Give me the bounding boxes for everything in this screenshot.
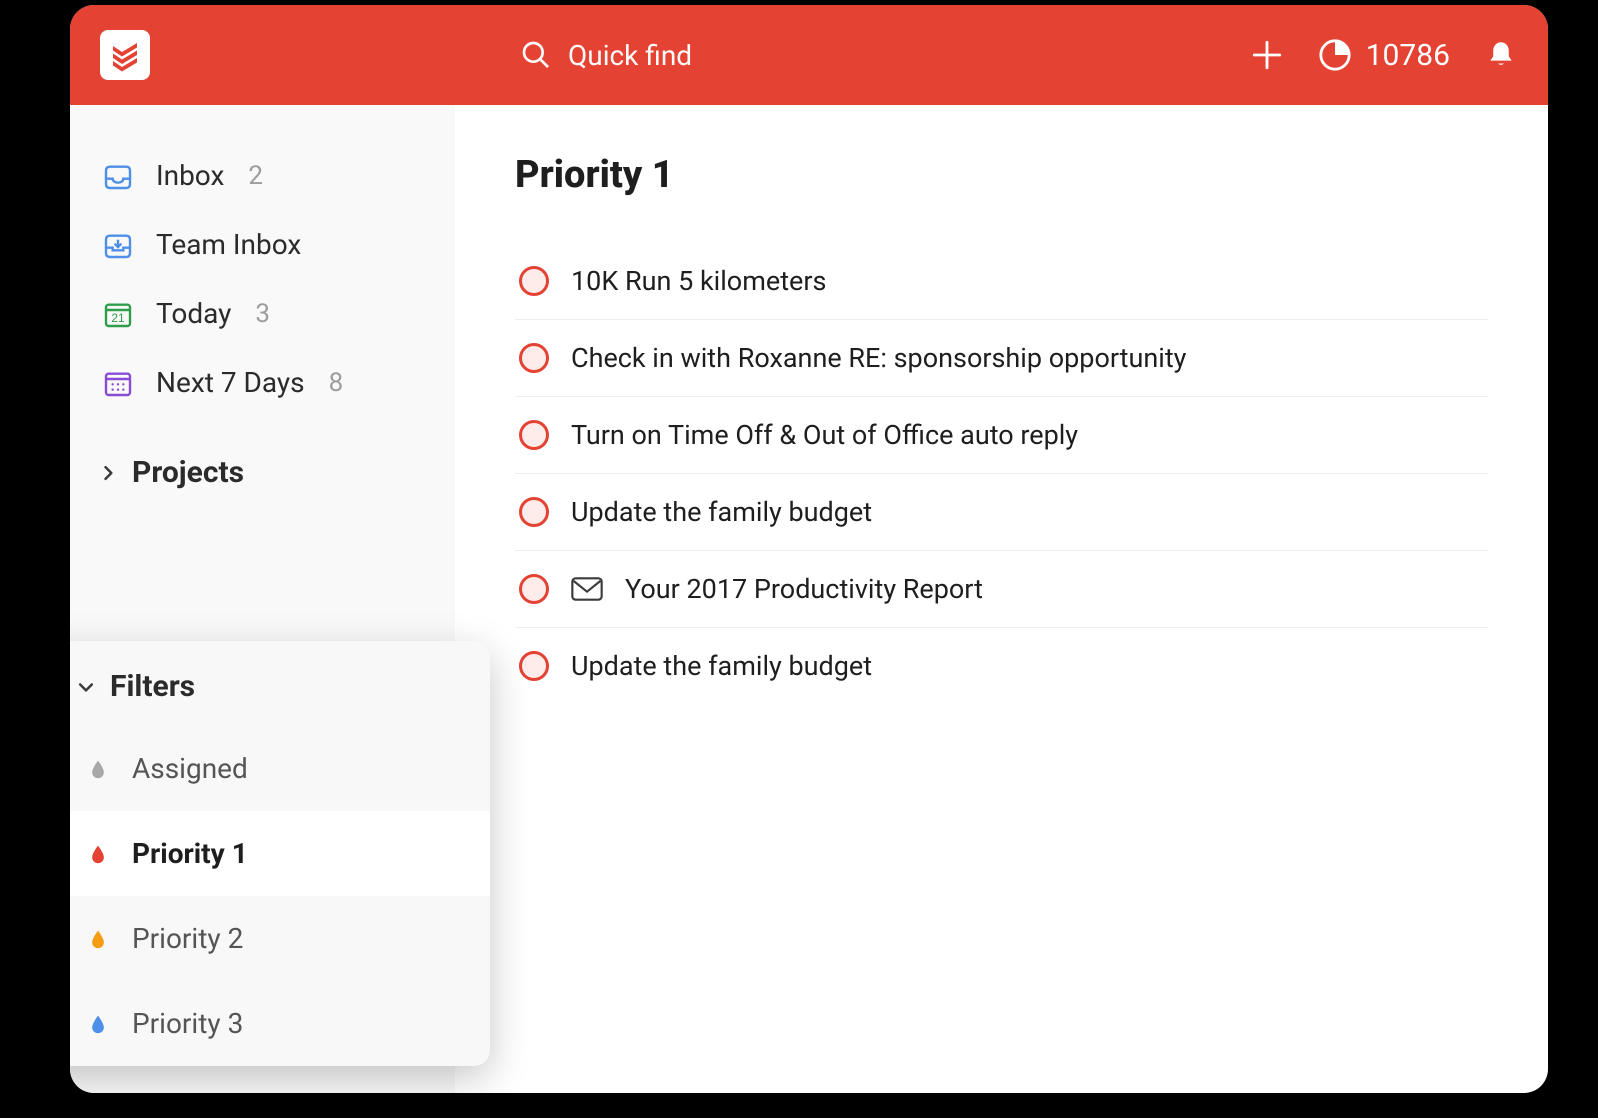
filter-item-priority-2[interactable]: Priority 2 <box>70 896 490 981</box>
task-title: Turn on Time Off & Out of Office auto re… <box>571 419 1078 451</box>
karma-score[interactable]: 10786 <box>1318 38 1450 73</box>
task-checkbox[interactable] <box>519 651 549 681</box>
projects-label: Projects <box>132 455 244 490</box>
sidebar-item-today[interactable]: 21 Today 3 <box>70 279 455 348</box>
filters-panel: Filters Assigned Priority 1 <box>70 641 490 1066</box>
task-title: Check in with Roxanne RE: sponsorship op… <box>571 342 1186 374</box>
task-row[interactable]: Your 2017 Productivity Report <box>515 551 1488 628</box>
drop-icon <box>88 842 108 866</box>
task-row[interactable]: 10K Run 5 kilometers <box>515 243 1488 320</box>
task-checkbox[interactable] <box>519 266 549 296</box>
task-row[interactable]: Check in with Roxanne RE: sponsorship op… <box>515 320 1488 397</box>
app-logo[interactable] <box>100 30 150 80</box>
task-row[interactable]: Turn on Time Off & Out of Office auto re… <box>515 397 1488 474</box>
filter-item-label: Priority 2 <box>132 922 243 955</box>
karma-points: 10786 <box>1366 38 1450 73</box>
page-title: Priority 1 <box>515 153 1488 197</box>
task-checkbox[interactable] <box>519 497 549 527</box>
task-title: Update the family budget <box>571 650 872 682</box>
filters-section-header[interactable]: Filters <box>70 641 490 726</box>
sidebar-item-label: Next 7 Days <box>156 366 305 399</box>
search-button[interactable]: Quick find <box>520 39 692 72</box>
header: Quick find 10786 <box>70 5 1548 105</box>
notifications-icon[interactable] <box>1484 38 1518 72</box>
task-title: Update the family budget <box>571 496 872 528</box>
sidebar-item-label: Inbox <box>156 159 224 192</box>
task-row[interactable]: Update the family budget <box>515 628 1488 704</box>
sidebar-item-label: Today <box>156 297 231 330</box>
drop-icon <box>88 1012 108 1036</box>
mail-icon <box>571 577 603 601</box>
task-title: Your 2017 Productivity Report <box>625 573 983 605</box>
search-placeholder: Quick find <box>568 39 692 72</box>
chevron-down-icon <box>76 677 96 697</box>
sidebar-item-count: 3 <box>255 299 270 329</box>
filter-item-assigned[interactable]: Assigned <box>70 726 490 811</box>
todoist-logo-icon <box>107 37 143 73</box>
filter-item-priority-3[interactable]: Priority 3 <box>70 981 490 1066</box>
drop-icon <box>88 757 108 781</box>
task-list: 10K Run 5 kilometers Check in with Roxan… <box>515 243 1488 704</box>
search-icon <box>520 39 552 71</box>
add-task-icon[interactable] <box>1250 38 1284 72</box>
filters-label: Filters <box>110 669 195 704</box>
filter-item-label: Assigned <box>132 752 248 785</box>
filter-item-label: Priority 3 <box>132 1007 243 1040</box>
task-row[interactable]: Update the family budget <box>515 474 1488 551</box>
chevron-right-icon <box>98 463 118 483</box>
sidebar-item-count: 2 <box>248 161 263 191</box>
task-checkbox[interactable] <box>519 343 549 373</box>
karma-icon <box>1318 38 1352 72</box>
sidebar-item-label: Team Inbox <box>156 228 301 261</box>
svg-text:21: 21 <box>111 311 125 325</box>
sidebar: Inbox 2 Team Inbox 21 Today <box>70 105 455 1093</box>
drop-icon <box>88 927 108 951</box>
projects-section-header[interactable]: Projects <box>70 433 455 506</box>
sidebar-item-team-inbox[interactable]: Team Inbox <box>70 210 455 279</box>
sidebar-item-count: 8 <box>329 368 344 398</box>
sidebar-item-inbox[interactable]: Inbox 2 <box>70 141 455 210</box>
task-checkbox[interactable] <box>519 574 549 604</box>
app-window: Quick find 10786 <box>70 5 1548 1093</box>
inbox-icon <box>102 160 134 192</box>
filter-item-label: Priority 1 <box>132 837 248 870</box>
task-checkbox[interactable] <box>519 420 549 450</box>
sidebar-item-next-7-days[interactable]: Next 7 Days 8 <box>70 348 455 417</box>
task-title: 10K Run 5 kilometers <box>571 265 826 297</box>
main-content: Priority 1 10K Run 5 kilometers Check in… <box>455 105 1548 1093</box>
header-actions: 10786 <box>1250 38 1518 73</box>
next-7-days-icon <box>102 367 134 399</box>
team-inbox-icon <box>102 229 134 261</box>
today-icon: 21 <box>102 298 134 330</box>
filter-item-priority-1[interactable]: Priority 1 <box>70 811 490 896</box>
